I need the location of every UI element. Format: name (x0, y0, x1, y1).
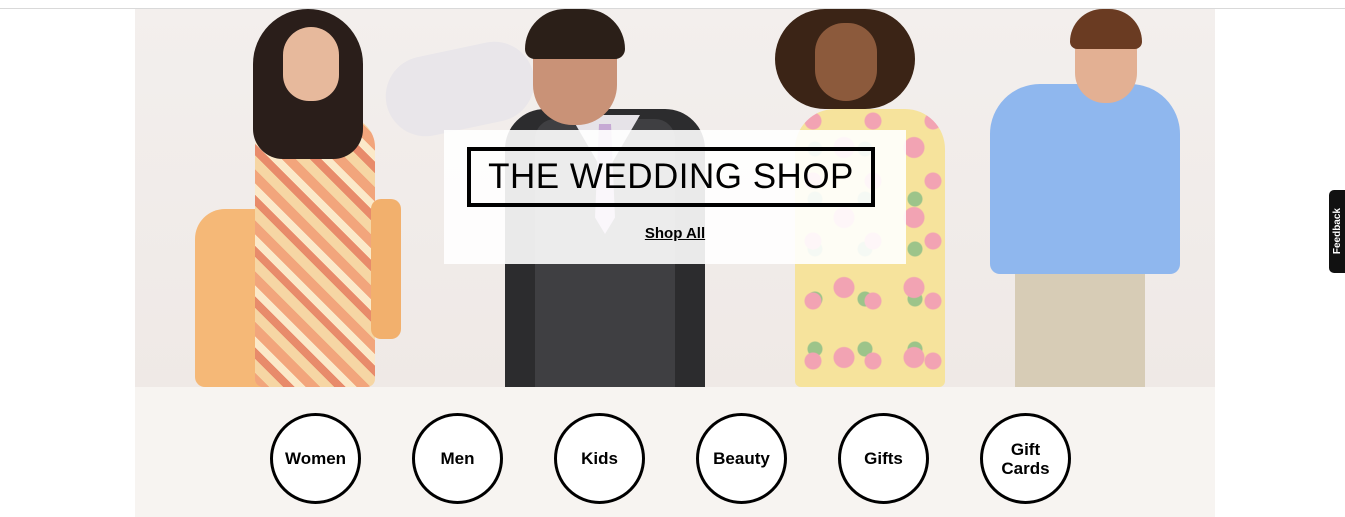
hero-text-panel: THE WEDDING SHOP Shop All (444, 130, 906, 264)
top-divider (0, 0, 1345, 9)
category-gifts[interactable]: Gifts (838, 413, 929, 504)
category-men[interactable]: Men (412, 413, 503, 504)
feedback-tab[interactable]: Feedback (1329, 190, 1345, 273)
shop-all-link[interactable]: Shop All (444, 225, 906, 242)
hero-photo-boy (985, 9, 1185, 387)
category-beauty[interactable]: Beauty (696, 413, 787, 504)
hero-photo-woman (195, 9, 405, 387)
category-women[interactable]: Women (270, 413, 361, 504)
feedback-label: Feedback (1331, 208, 1343, 255)
category-kids[interactable]: Kids (554, 413, 645, 504)
category-gift-cards[interactable]: Gift Cards (980, 413, 1071, 504)
hero-title: THE WEDDING SHOP (467, 147, 875, 207)
category-band: Women Men Kids Beauty Gifts Gift Cards (135, 387, 1215, 517)
